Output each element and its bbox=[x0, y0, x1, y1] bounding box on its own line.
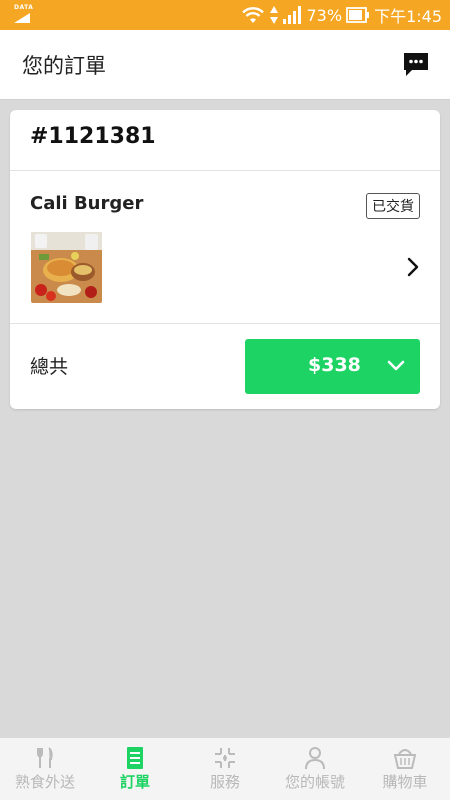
nav-item-delivery[interactable]: 熟食外送 bbox=[0, 738, 90, 800]
chat-button[interactable] bbox=[402, 50, 430, 78]
nav-label: 熟食外送 bbox=[14, 773, 75, 791]
battery-icon bbox=[346, 7, 370, 23]
battery-percent: 73% bbox=[306, 5, 343, 25]
restaurant-name: Cali Burger bbox=[30, 193, 144, 214]
nav-label: 服務 bbox=[209, 773, 240, 791]
data-arrows-icon bbox=[269, 6, 278, 24]
grid-icon bbox=[215, 748, 235, 768]
chevron-down-icon bbox=[387, 360, 405, 371]
nav-label: 購物車 bbox=[382, 773, 428, 791]
status-badge: 已交貨 bbox=[366, 193, 420, 219]
status-bar: DATA 73% 下午1:45 bbox=[0, 0, 450, 30]
wifi-icon bbox=[241, 7, 264, 23]
signal-icon bbox=[282, 6, 301, 24]
app-header: 您的訂單 bbox=[0, 30, 450, 100]
nav-item-cart[interactable]: 購物車 bbox=[360, 738, 450, 800]
basket-icon bbox=[393, 749, 417, 769]
nav-item-services[interactable]: 服務 bbox=[180, 738, 270, 800]
order-card: #1121381 Cali Burger 已交貨 總共 $338 bbox=[10, 110, 440, 409]
divider bbox=[10, 323, 440, 324]
nav-label: 您的帳號 bbox=[284, 773, 345, 791]
page-title: 您的訂單 bbox=[22, 54, 106, 78]
food-thumbnail bbox=[31, 232, 102, 303]
person-icon bbox=[305, 747, 325, 770]
chevron-right-icon bbox=[407, 257, 419, 277]
bottom-nav: 熟食外送 訂單 服務 您的帳號 購物車 bbox=[0, 737, 450, 800]
nav-item-orders[interactable]: 訂單 bbox=[90, 738, 180, 800]
order-number: #1121381 bbox=[30, 124, 156, 149]
nav-label: 訂單 bbox=[119, 773, 150, 791]
utensils-icon bbox=[37, 747, 53, 768]
chat-bubble-icon bbox=[404, 53, 428, 76]
total-amount: $338 bbox=[308, 354, 361, 376]
data-indicator-icon: DATA bbox=[12, 4, 34, 24]
clock: 下午1:45 bbox=[374, 7, 442, 26]
restaurant-row[interactable]: Cali Burger 已交貨 bbox=[10, 171, 440, 323]
total-label: 總共 bbox=[30, 356, 69, 378]
list-icon bbox=[127, 747, 143, 769]
nav-item-account[interactable]: 您的帳號 bbox=[270, 738, 360, 800]
data-label: DATA bbox=[14, 4, 34, 11]
total-amount-button[interactable]: $338 bbox=[245, 339, 420, 394]
